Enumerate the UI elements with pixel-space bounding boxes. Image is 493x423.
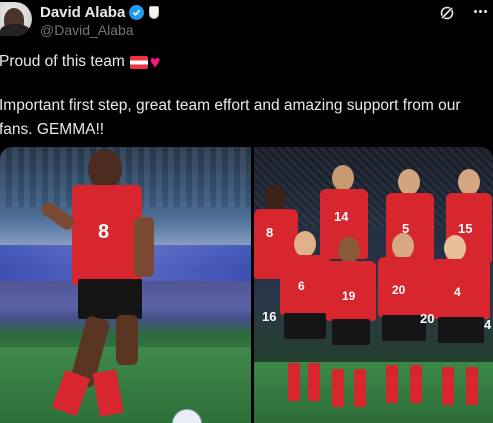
post-header: David Alaba @David_Alaba [0,0,493,44]
post-text-line1: Proud of this team ♥ [0,53,160,71]
jersey-number: 15 [458,221,473,236]
photo-team-lineup[interactable]: 8 14 5 15 6 19 20 4 16 20 4 [254,147,493,423]
club-crest-icon[interactable] [149,5,160,19]
post-media[interactable]: 8 8 14 5 15 6 19 20 4 16 20 4 [0,147,493,423]
post-body-text: Important first step, great team effort … [0,97,461,138]
verified-badge-icon[interactable] [129,4,145,20]
jersey-number: 20 [392,283,406,297]
shorts-number: 16 [262,309,277,324]
shorts-number: 4 [484,317,492,332]
display-name[interactable]: David Alaba [40,4,125,21]
shorts-number: 20 [420,311,435,326]
jersey-number: 8 [98,221,110,243]
jersey-number: 4 [454,285,461,299]
photo-player-dribbling[interactable]: 8 [0,147,251,423]
grok-icon[interactable] [439,5,455,21]
player-figure: 8 [30,147,210,423]
post-line1-text: Proud of this team [0,53,125,70]
jersey-number: 6 [298,279,305,293]
jersey-number: 14 [334,209,349,224]
more-options-icon[interactable] [474,10,487,13]
jersey-number: 8 [266,225,274,240]
author-name-row: David Alaba [40,2,160,22]
red-heart-emoji: ♥ [149,52,161,72]
jersey-number: 19 [342,289,356,303]
austria-flag-emoji [129,55,148,69]
avatar[interactable] [0,2,32,36]
team-player: 19 [324,237,378,417]
handle[interactable]: @David_Alaba [40,22,134,38]
